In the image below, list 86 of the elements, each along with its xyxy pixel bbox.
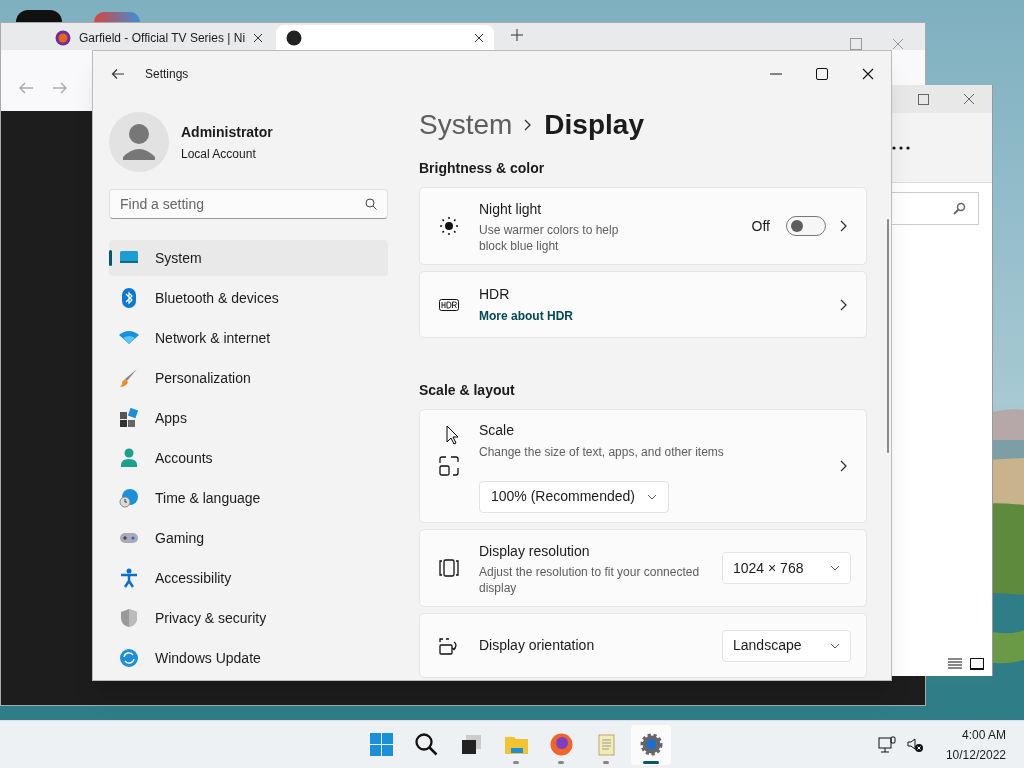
breadcrumb-item[interactable]: System bbox=[419, 104, 513, 146]
toggle-switch[interactable] bbox=[786, 216, 826, 236]
dropdown[interactable]: 1024 × 768 bbox=[722, 552, 851, 584]
caret-icon bbox=[830, 642, 840, 649]
scrollbar[interactable] bbox=[887, 219, 889, 453]
cursor-icon bbox=[446, 425, 459, 445]
settings-card[interactable]: Display resolution Adjust the resolution to fit your connected display 1024 × 768 bbox=[419, 529, 867, 607]
dropdown[interactable]: Landscape bbox=[722, 629, 851, 662]
section-heading: Scale & layout bbox=[419, 381, 516, 400]
more-icon[interactable] bbox=[892, 145, 910, 150]
list-view-icon[interactable] bbox=[948, 658, 962, 670]
apps-icon bbox=[119, 408, 139, 428]
nav-item[interactable]: Bluetooth & devices bbox=[109, 280, 388, 316]
breadcrumb-item: Display bbox=[544, 108, 644, 142]
maximize-icon[interactable] bbox=[816, 68, 828, 80]
close-icon[interactable] bbox=[862, 68, 874, 80]
clock-date[interactable]: 10/12/2022 bbox=[945, 745, 1006, 764]
settings-card[interactable]: HDR More about HDR bbox=[419, 271, 867, 338]
person-icon bbox=[119, 448, 139, 468]
screen-size-icon bbox=[439, 558, 459, 578]
sun-icon bbox=[439, 216, 459, 236]
setting-title: Night light bbox=[479, 199, 543, 219]
close-icon[interactable] bbox=[253, 32, 264, 43]
search-icon bbox=[365, 198, 377, 211]
accessibility-icon bbox=[119, 568, 139, 588]
setting-title: Scale bbox=[479, 420, 516, 440]
account-name: Administrator bbox=[181, 122, 273, 142]
volume-muted-icon[interactable] bbox=[905, 735, 924, 754]
tab-title: Garfield - Official TV Series | Ni bbox=[79, 29, 246, 47]
nav-item[interactable]: Personalization bbox=[109, 360, 388, 396]
window-title: Settings bbox=[145, 66, 189, 83]
toggle-state-label: Off bbox=[751, 216, 770, 236]
close-icon[interactable] bbox=[474, 32, 485, 43]
setting-title: HDR bbox=[479, 285, 511, 304]
nav-item[interactable]: Gaming bbox=[109, 520, 388, 556]
caret-icon bbox=[830, 565, 840, 571]
gear-icon bbox=[638, 732, 664, 757]
account-type: Local Account bbox=[181, 145, 257, 163]
nav-item[interactable]: System bbox=[109, 240, 388, 276]
browser-tab[interactable] bbox=[276, 25, 495, 50]
nav-item[interactable]: Windows Update bbox=[109, 640, 388, 676]
bluetooth-icon bbox=[119, 288, 139, 308]
resize-icon bbox=[439, 456, 459, 476]
rotate-screen-icon bbox=[439, 635, 459, 656]
sync-icon bbox=[119, 648, 139, 668]
globe-icon bbox=[55, 29, 71, 46]
section-heading: Brightness & color bbox=[419, 159, 546, 178]
paintbrush-icon bbox=[119, 368, 139, 388]
fox-icon bbox=[548, 732, 574, 757]
chevron-right-icon bbox=[524, 119, 533, 131]
setting-description: Adjust the resolution to fit your connected display bbox=[479, 563, 701, 596]
nav-item[interactable]: Accessibility bbox=[109, 560, 388, 596]
search-field[interactable]: Find a setting bbox=[109, 189, 388, 219]
nav-item[interactable]: Time & language bbox=[109, 480, 388, 516]
chevron-right-icon[interactable] bbox=[840, 298, 848, 311]
nav-item[interactable]: Apps bbox=[109, 400, 388, 436]
settings-card[interactable]: Scale Change the size of text, apps, and other items 100% (Recommended) bbox=[419, 409, 867, 523]
chevron-right-icon[interactable] bbox=[840, 220, 848, 232]
back-icon[interactable] bbox=[111, 67, 125, 81]
globe-clock-icon bbox=[119, 488, 139, 508]
nav-item[interactable]: Network & internet bbox=[109, 320, 388, 356]
dropdown[interactable]: 100% (Recommended) bbox=[479, 480, 669, 513]
setting-description: Change the size of text, apps, and other items bbox=[479, 443, 725, 461]
caret-icon bbox=[646, 493, 657, 500]
nav-item[interactable]: Privacy & security bbox=[109, 600, 388, 636]
help-link[interactable]: More about HDR bbox=[479, 307, 840, 325]
search-icon bbox=[952, 201, 966, 216]
network-icon[interactable] bbox=[877, 735, 896, 754]
start-icon bbox=[368, 732, 394, 757]
setting-description: Use warmer colors to help block blue light bbox=[479, 221, 620, 254]
desktop-icon[interactable] bbox=[16, 10, 62, 22]
settings-card[interactable]: Night light Use warmer colors to help block blue light Off bbox=[419, 187, 867, 265]
avatar-icon bbox=[109, 112, 169, 173]
browser-tab[interactable]: Garfield - Official TV Series | Ni bbox=[45, 25, 274, 50]
nav-item[interactable]: Accounts bbox=[109, 440, 388, 476]
panel-view-icon[interactable] bbox=[970, 658, 984, 670]
globe-icon bbox=[286, 29, 303, 46]
clock-time[interactable]: 4:00 AM bbox=[961, 725, 1006, 744]
setting-title: Display resolution bbox=[479, 541, 591, 561]
settings-card[interactable]: Display orientation Landscape bbox=[419, 613, 867, 678]
search-icon bbox=[413, 732, 439, 757]
taskbar-button[interactable] bbox=[631, 724, 671, 765]
setting-title: Display orientation bbox=[479, 636, 596, 655]
plus-icon[interactable] bbox=[511, 29, 524, 41]
chevron-right-icon[interactable] bbox=[840, 460, 848, 472]
shield-icon bbox=[119, 608, 139, 628]
